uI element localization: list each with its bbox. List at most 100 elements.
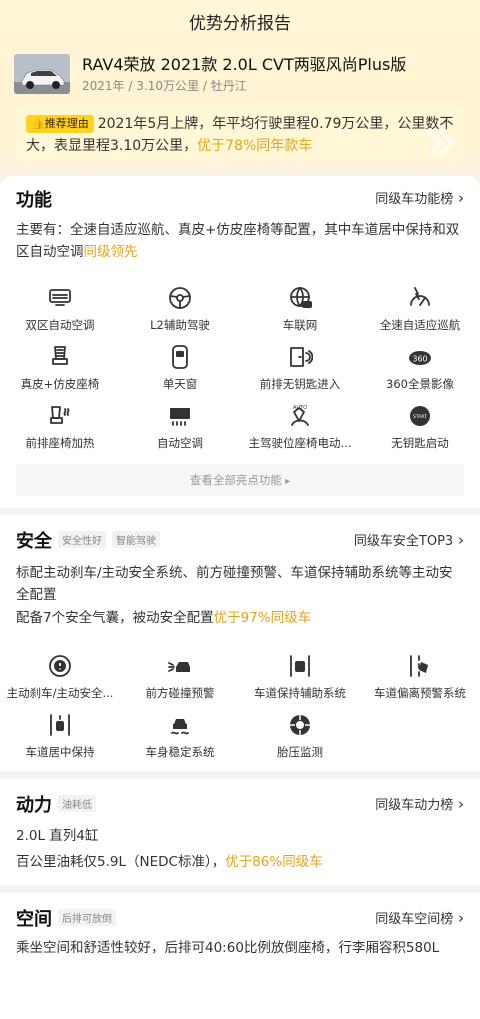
power-tag: 油耗低 xyxy=(58,795,96,812)
function-item[interactable]: START 无钥匙启动 xyxy=(360,402,480,461)
function-item-label: 车联网 xyxy=(282,318,318,332)
safety-item[interactable]: 车道居中保持 xyxy=(0,711,120,770)
collision-warning-icon xyxy=(166,652,194,680)
safety-item-label: 前方碰撞预警 xyxy=(145,686,215,700)
sunroof-icon xyxy=(166,343,194,371)
safety-item-label: 车道居中保持 xyxy=(25,745,95,759)
safety-card: 安全安全性好智能驾驶 同级车安全TOP3 标配主动刹车/主动安全系统、前方碰撞预… xyxy=(0,515,480,771)
function-item-label: 全速自适应巡航 xyxy=(379,318,461,332)
safety-title: 安全 安全性好 智能驾驶 xyxy=(16,527,160,553)
seat-heating-icon xyxy=(46,402,74,430)
leather-seat-icon xyxy=(46,343,74,371)
power-title: 动力 油耗低 xyxy=(16,791,96,817)
meta-separator: / xyxy=(128,79,133,93)
function-item[interactable]: AUTO 主驾驶位座椅电动... xyxy=(240,402,360,461)
function-item[interactable]: 车联网 xyxy=(240,284,360,343)
keyless-start-icon: START xyxy=(406,402,434,430)
safety-item-label: 主动刹车/主动安全... xyxy=(6,686,114,700)
safety-item[interactable]: 胎压监测 xyxy=(240,711,360,770)
car-thumbnail[interactable] xyxy=(14,54,70,94)
svg-text:START: START xyxy=(413,414,427,420)
function-rank-link[interactable]: 同级车功能榜 xyxy=(375,188,464,207)
safety-item[interactable]: 前方碰撞预警 xyxy=(120,652,240,711)
safety-passive-summary: 配备7个安全气囊，被动安全配置优于97%同级车 xyxy=(16,610,312,626)
function-title: 功能 xyxy=(16,190,52,211)
auto-ac-icon xyxy=(166,402,194,430)
function-item[interactable]: 前排座椅加热 xyxy=(0,402,120,461)
lane-departure-icon xyxy=(406,652,434,680)
function-item-label: 单天窗 xyxy=(162,377,198,391)
safety-item-label: 车道保持辅助系统 xyxy=(254,686,346,700)
safety-highlight: 优于97%同级车 xyxy=(213,610,312,626)
function-card: 功能 同级车功能榜 主要有：全速自适应巡航、真皮+仿皮座椅等配置，其中车道居中保… xyxy=(0,176,480,508)
active-brake-icon xyxy=(46,652,74,680)
function-item[interactable]: 单天窗 xyxy=(120,343,240,402)
connected-car-icon xyxy=(286,284,314,312)
space-title: 空间 后排可放倒 xyxy=(16,905,116,931)
lane-keep-icon xyxy=(286,652,314,680)
space-rank-link[interactable]: 同级车空间榜 xyxy=(375,908,464,927)
function-item-label: 前排无钥匙进入 xyxy=(259,377,341,391)
function-grid: 双区自动空调 L2辅助驾驶 车联网 全速自适应巡航真皮+仿皮座椅 单天窗 前排无钥匙进入 3… xyxy=(0,284,480,461)
steering-wheel-icon xyxy=(166,284,194,312)
function-item-label: 主驾驶位座椅电动... xyxy=(248,436,352,450)
recommend-text-block: 👍推荐理由 2021年5月上牌，年平均行驶里程0.79万公里，公里数不大，表显里程… xyxy=(16,104,464,157)
safety-rank-link[interactable]: 同级车安全TOP3 xyxy=(354,530,464,549)
svg-text:360: 360 xyxy=(412,355,427,364)
tire-pressure-icon xyxy=(286,711,314,739)
function-item[interactable]: 前排无钥匙进入 xyxy=(240,343,360,402)
recommend-highlight: 优于78%同年款车 xyxy=(197,138,313,154)
lane-center-icon xyxy=(46,711,74,739)
function-item[interactable]: 360 360全景影像 xyxy=(360,343,480,402)
function-item-label: 无钥匙启动 xyxy=(391,436,449,450)
thumbs-up-icon: 👍 xyxy=(31,117,45,130)
safety-item[interactable]: 主动刹车/主动安全... xyxy=(0,652,120,711)
view-all-functions-button[interactable]: 查看全部亮点功能 xyxy=(16,464,464,496)
function-item-label: 双区自动空调 xyxy=(25,318,95,332)
safety-item[interactable]: 车道保持辅助系统 xyxy=(240,652,360,711)
car-mileage: 3.10万公里 xyxy=(136,79,199,93)
function-item[interactable]: L2辅助驾驶 xyxy=(120,284,240,343)
power-card: 动力油耗低 同级车动力榜 2.0L 直列4缸 百公里油耗仅5.9L（NEDC标准… xyxy=(0,779,480,885)
safety-item-label: 胎压监测 xyxy=(277,745,323,759)
camera-360-icon: 360 xyxy=(406,343,434,371)
function-item-label: 自动空调 xyxy=(157,436,203,450)
stability-icon xyxy=(166,711,194,739)
safety-active-summary: 标配主动刹车/主动安全系统、前方碰撞预警、车道保持辅助系统等主动安全配置 xyxy=(16,565,453,603)
page-title: 优势分析报告 xyxy=(189,14,291,34)
power-highlight: 优于86%同级车 xyxy=(225,854,323,870)
space-tag: 后排可放倒 xyxy=(58,909,116,926)
power-engine: 2.0L 直列4缸 xyxy=(16,828,99,844)
function-item-label: 真皮+仿皮座椅 xyxy=(20,377,100,391)
meta-separator: / xyxy=(202,79,207,93)
safety-tag: 安全性好 xyxy=(58,531,106,548)
function-item-label: 前排座椅加热 xyxy=(25,436,95,450)
recommend-banner: 👍推荐理由 2021年5月上牌，年平均行驶里程0.79万公里，公里数不大，表显里程… xyxy=(16,104,464,162)
car-meta: 2021年 / 3.10万公里 / 牡丹江 xyxy=(82,77,247,94)
safety-grid: 主动刹车/主动安全... 前方碰撞预警 车道保持辅助系统 车道偏离预警系统车道居中保持… xyxy=(0,652,480,770)
function-item[interactable]: 自动空调 xyxy=(120,402,240,461)
safety-item[interactable]: 车身稳定系统 xyxy=(120,711,240,770)
safety-item[interactable]: 车道偏离预警系统 xyxy=(360,652,480,711)
safety-item-label: 车道偏离预警系统 xyxy=(374,686,466,700)
dual-zone-ac-icon xyxy=(46,284,74,312)
power-fuel: 百公里油耗仅5.9L（NEDC标准），优于86%同级车 xyxy=(16,854,323,870)
function-summary: 主要有：全速自适应巡航、真皮+仿皮座椅等配置，其中车道居中保持和双区自动空调同级… xyxy=(16,222,460,260)
function-item[interactable]: 双区自动空调 xyxy=(0,284,120,343)
space-summary: 乘坐空间和舒适性较好，后排可40:60比例放倒座椅，行李厢容积580L xyxy=(16,940,440,956)
function-item[interactable]: 全速自适应巡航 xyxy=(360,284,480,343)
car-city: 牡丹江 xyxy=(210,79,247,93)
function-item-label: L2辅助驾驶 xyxy=(150,318,210,332)
recommend-tag: 👍推荐理由 xyxy=(26,115,94,133)
power-rank-link[interactable]: 同级车动力榜 xyxy=(375,794,464,813)
space-card: 空间后排可放倒 同级车空间榜 乘坐空间和舒适性较好，后排可40:60比例放倒座椅… xyxy=(0,893,480,1019)
function-highlight: 同级领先 xyxy=(83,244,138,260)
function-item[interactable]: 真皮+仿皮座椅 xyxy=(0,343,120,402)
safety-item-label: 车身稳定系统 xyxy=(145,745,215,759)
adaptive-cruise-icon xyxy=(406,284,434,312)
safety-tag: 智能驾驶 xyxy=(112,531,160,548)
car-name: RAV4荣放 2021款 2.0L CVT两驱风尚Plus版 xyxy=(82,55,407,74)
svg-text:AUTO: AUTO xyxy=(293,405,307,411)
function-item-label: 360全景影像 xyxy=(386,377,454,391)
car-year: 2021年 xyxy=(82,79,125,93)
